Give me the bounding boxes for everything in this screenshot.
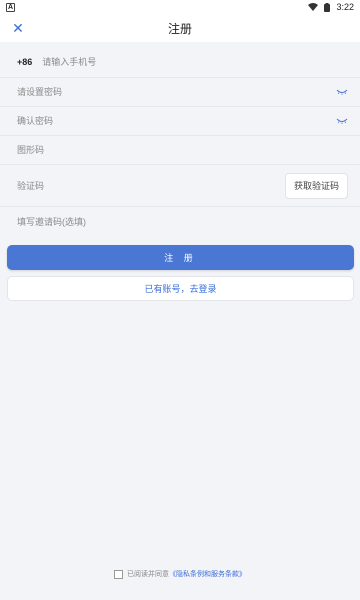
confirm-password-row	[0, 107, 360, 136]
password-input[interactable]	[17, 87, 336, 97]
battery-icon	[324, 2, 331, 12]
status-right: 3:22	[308, 2, 354, 12]
get-code-button[interactable]: 获取验证码	[284, 172, 348, 199]
status-bar: A 3:22	[0, 0, 360, 14]
sms-code-input[interactable]	[17, 180, 285, 191]
agreement-text: 已阅读并同意	[127, 571, 169, 578]
status-time: 3:22	[336, 2, 354, 12]
phone-input[interactable]	[42, 56, 348, 67]
invite-code-input[interactable]	[17, 217, 348, 227]
login-button[interactable]: 已有账号，去登录	[7, 276, 354, 301]
eye-closed-icon[interactable]	[336, 117, 348, 125]
notification-icon: A	[6, 2, 15, 12]
captcha-row	[0, 136, 360, 165]
agreement: 已阅读并同意 《隐私条例和服务条款》	[0, 567, 360, 581]
page-title: 注册	[167, 21, 192, 36]
confirm-password-input[interactable]	[17, 116, 336, 126]
eye-closed-icon[interactable]	[336, 88, 348, 96]
sms-code-row: 获取验证码	[0, 165, 360, 207]
phone-row: +86	[0, 46, 360, 78]
captcha-input[interactable]	[17, 145, 348, 155]
invite-row	[0, 207, 360, 237]
agreement-checkbox[interactable]	[114, 569, 123, 579]
status-left: A	[6, 2, 15, 12]
country-code[interactable]: +86	[17, 57, 32, 67]
close-icon[interactable]: ✕	[8, 18, 28, 38]
agreement-link[interactable]: 《隐私条例和服务条款》	[169, 569, 246, 579]
register-form: +86 获取验证码	[0, 46, 360, 237]
password-row	[0, 78, 360, 107]
header: ✕ 注册	[0, 14, 360, 42]
register-button[interactable]: 注 册	[7, 245, 354, 270]
wifi-icon	[308, 3, 319, 11]
